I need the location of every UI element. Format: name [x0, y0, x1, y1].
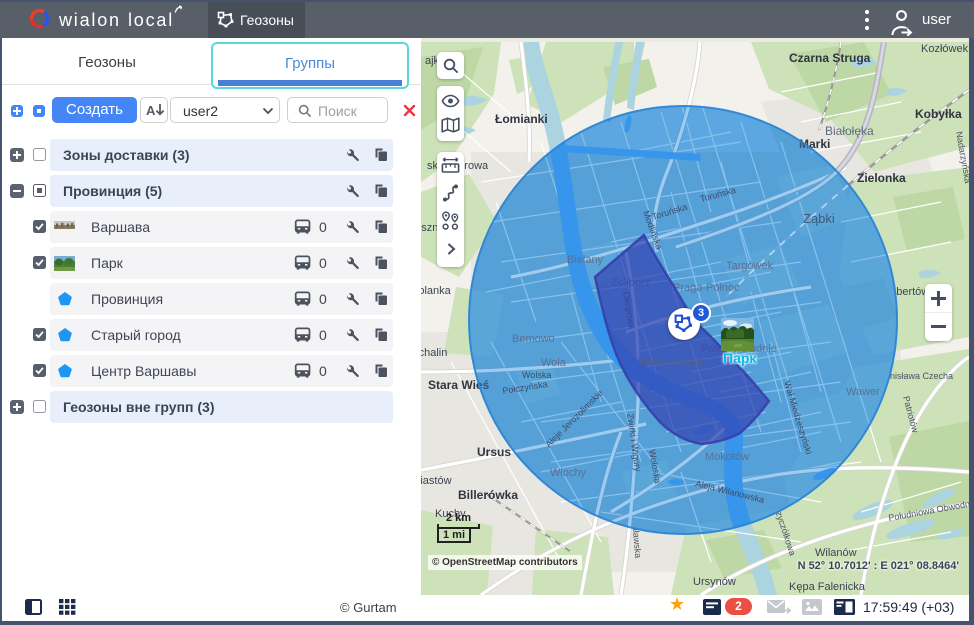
- svg-text:Billerówka: Billerówka: [458, 488, 518, 502]
- svg-text:Warszawa: Warszawa: [638, 354, 705, 369]
- svg-text:Praga-Północ: Praga-Północ: [673, 282, 740, 294]
- svg-text:Michalin: Michalin: [421, 347, 447, 359]
- svg-text:Targówek: Targówek: [726, 260, 774, 272]
- svg-text:Czarna Struga: Czarna Struga: [789, 51, 871, 65]
- svg-text:Wilanów: Wilanów: [815, 547, 857, 559]
- svg-text:Mokotów: Mokotów: [705, 451, 749, 463]
- svg-text:Kobyłka: Kobyłka: [915, 107, 962, 121]
- svg-text:Włochy: Włochy: [550, 467, 587, 479]
- svg-text:Piastów: Piastów: [421, 475, 452, 487]
- svg-text:Zielonka: Zielonka: [857, 171, 906, 185]
- svg-text:Bemowo: Bemowo: [512, 333, 555, 345]
- svg-text:Wola: Wola: [541, 357, 567, 369]
- svg-text:Łomianki: Łomianki: [495, 112, 548, 126]
- svg-text:Wolska: Wolska: [522, 370, 551, 380]
- svg-text:Polanka: Polanka: [421, 285, 452, 297]
- svg-text:Ząbki: Ząbki: [803, 211, 835, 226]
- svg-text:Kozłówek: Kozłówek: [921, 43, 969, 55]
- svg-text:Ursus: Ursus: [477, 445, 511, 459]
- svg-text:Bielany: Bielany: [567, 254, 604, 266]
- svg-text:Ursynów: Ursynów: [693, 576, 736, 588]
- svg-text:Wawer: Wawer: [846, 386, 880, 398]
- svg-text:Kępa Falenicka: Kępa Falenicka: [789, 581, 866, 593]
- svg-text:Białołęka: Białołęka: [825, 124, 874, 138]
